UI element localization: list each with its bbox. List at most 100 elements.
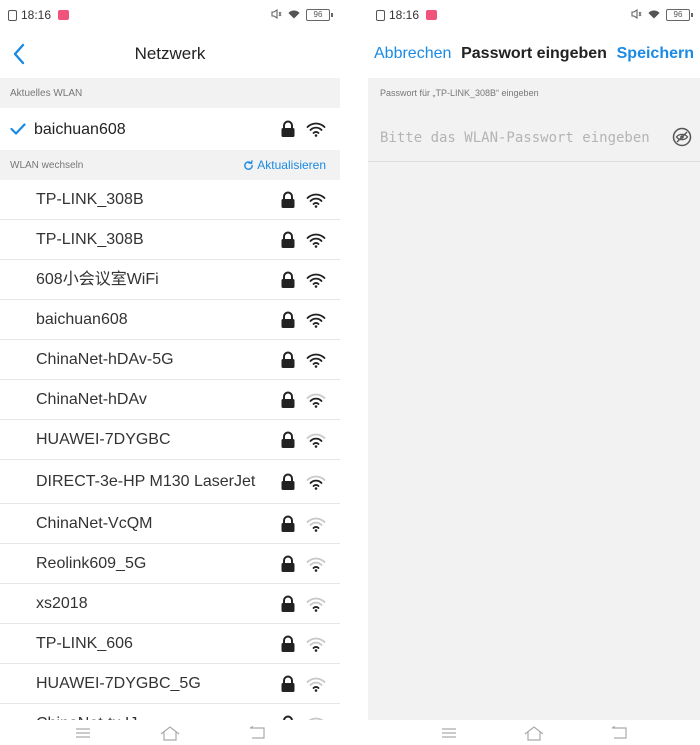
refresh-icon	[244, 159, 254, 170]
back-icon[interactable]	[248, 725, 266, 740]
wifi-signal-icon	[306, 192, 326, 208]
wifi-signal-icon	[306, 272, 326, 288]
wifi-signal-icon	[306, 121, 326, 137]
menu-icon[interactable]	[440, 727, 458, 739]
mute-icon	[630, 8, 642, 23]
network-name: ChinaNet-hDAv	[36, 391, 147, 408]
network-name: 608小会议室WiFi	[36, 271, 159, 288]
battery-icon: 96	[306, 9, 333, 21]
battery-icon: 96	[666, 9, 693, 21]
lock-icon	[280, 595, 296, 613]
wifi-signal-icon	[306, 352, 326, 368]
network-name: DIRECT-3e-HP M130 LaserJet	[36, 473, 256, 490]
status-time-right: 18:16	[389, 8, 420, 22]
wifi-signal-icon	[306, 474, 326, 490]
network-row[interactable]: ChinaNet-VcQM	[0, 504, 340, 544]
eye-off-icon[interactable]	[672, 127, 694, 149]
lock-icon	[280, 311, 296, 329]
wifi-signal-icon	[306, 556, 326, 572]
back-button[interactable]	[4, 38, 34, 70]
network-name: ChinaNet-VcQM	[36, 515, 153, 532]
lock-icon	[280, 391, 296, 409]
back-icon[interactable]	[610, 725, 628, 740]
status-bar-right: 18:16 96	[368, 0, 700, 30]
network-list: TP-LINK_308B TP-LINK_308B 608小会议室WiFi baich…	[0, 180, 340, 728]
refresh-label: Aktualisieren	[257, 158, 326, 172]
lock-icon	[280, 555, 296, 573]
wifi-status-icon	[287, 8, 301, 23]
menu-icon[interactable]	[74, 727, 92, 739]
network-row[interactable]: TP-LINK_606	[0, 624, 340, 664]
wifi-signal-icon	[306, 392, 326, 408]
sim-icon	[8, 9, 17, 21]
network-row[interactable]: ChinaNet-hDAv-5G	[0, 340, 340, 380]
home-icon[interactable]	[159, 725, 181, 741]
network-name: HUAWEI-7DYGBC	[36, 431, 171, 448]
notification-icon	[58, 10, 70, 20]
network-name: HUAWEI-7DYGBC_5G	[36, 675, 201, 692]
network-name: TP-LINK_308B	[36, 231, 144, 248]
network-row[interactable]: HUAWEI-7DYGBC_5G	[0, 664, 340, 704]
network-row[interactable]: DIRECT-3e-HP M130 LaserJet	[0, 460, 340, 504]
network-name: ChinaNet-hDAv-5G	[36, 351, 174, 368]
sim-icon	[376, 9, 385, 21]
lock-icon	[280, 635, 296, 653]
panel-divider	[340, 0, 368, 745]
mute-icon	[270, 8, 282, 23]
network-name: xs2018	[36, 595, 88, 612]
network-row[interactable]: 608小会议室WiFi	[0, 260, 340, 300]
wifi-signal-icon	[306, 676, 326, 692]
network-row[interactable]: HUAWEI-7DYGBC	[0, 420, 340, 460]
wifi-signal-icon	[306, 312, 326, 328]
refresh-button[interactable]: Aktualisieren	[243, 158, 326, 172]
network-name: Reolink609_5G	[36, 555, 147, 572]
check-icon	[10, 123, 30, 135]
system-nav-bar	[0, 720, 340, 745]
wifi-signal-icon	[306, 636, 326, 652]
network-row[interactable]: TP-LINK_308B	[0, 180, 340, 220]
current-network-row[interactable]: baichuan608	[0, 108, 340, 150]
home-icon[interactable]	[523, 725, 545, 741]
network-name: TP-LINK_606	[36, 635, 133, 652]
lock-icon	[280, 431, 296, 449]
wifi-signal-icon	[306, 596, 326, 612]
password-field-row	[368, 114, 700, 162]
network-row[interactable]: Reolink609_5G	[0, 544, 340, 584]
status-bar: 18:16 96	[0, 0, 340, 30]
lock-icon	[280, 231, 296, 249]
lock-icon	[280, 515, 296, 533]
password-title: Passwort eingeben	[461, 45, 607, 62]
lock-icon	[280, 191, 296, 209]
network-name: baichuan608	[36, 311, 128, 328]
lock-icon	[280, 675, 296, 693]
switch-wlan-label: WLAN wechseln	[10, 159, 84, 171]
page-title: Netzwerk	[134, 44, 206, 63]
nav-bar: Netzwerk	[0, 30, 340, 78]
current-wlan-label: Aktuelles WLAN	[10, 87, 83, 99]
network-row[interactable]: TP-LINK_308B	[0, 220, 340, 260]
network-row[interactable]: ChinaNet-hDAv	[0, 380, 340, 420]
wifi-signal-icon	[306, 232, 326, 248]
lock-icon	[280, 351, 296, 369]
network-name: TP-LINK_308B	[36, 191, 144, 208]
password-input[interactable]	[380, 129, 672, 146]
password-hint: Passwort für „TP-LINK_308B“ eingeben	[380, 88, 539, 98]
wifi-signal-icon	[306, 516, 326, 532]
lock-icon	[280, 271, 296, 289]
save-button[interactable]: Speichern	[617, 45, 694, 63]
network-list-screen: 18:16 96 Netzwerk Aktuelles WLAN baichua…	[0, 0, 340, 745]
lock-icon	[280, 473, 296, 491]
lock-icon	[280, 120, 296, 138]
network-row[interactable]: xs2018	[0, 584, 340, 624]
current-wlan-header: Aktuelles WLAN	[0, 78, 340, 108]
cancel-button[interactable]: Abbrechen	[374, 45, 451, 63]
chevron-left-icon	[13, 43, 25, 65]
switch-wlan-header: WLAN wechseln Aktualisieren	[0, 150, 340, 180]
network-row[interactable]: baichuan608	[0, 300, 340, 340]
wifi-signal-icon	[306, 432, 326, 448]
password-nav-bar: Abbrechen Passwort eingeben Speichern	[368, 30, 700, 78]
password-screen: 18:16 96 Abbrechen Passwort eingeben Spe…	[368, 0, 700, 745]
system-nav-bar-right	[368, 720, 700, 745]
wifi-status-icon	[647, 8, 661, 23]
current-network-name: baichuan608	[34, 120, 126, 138]
